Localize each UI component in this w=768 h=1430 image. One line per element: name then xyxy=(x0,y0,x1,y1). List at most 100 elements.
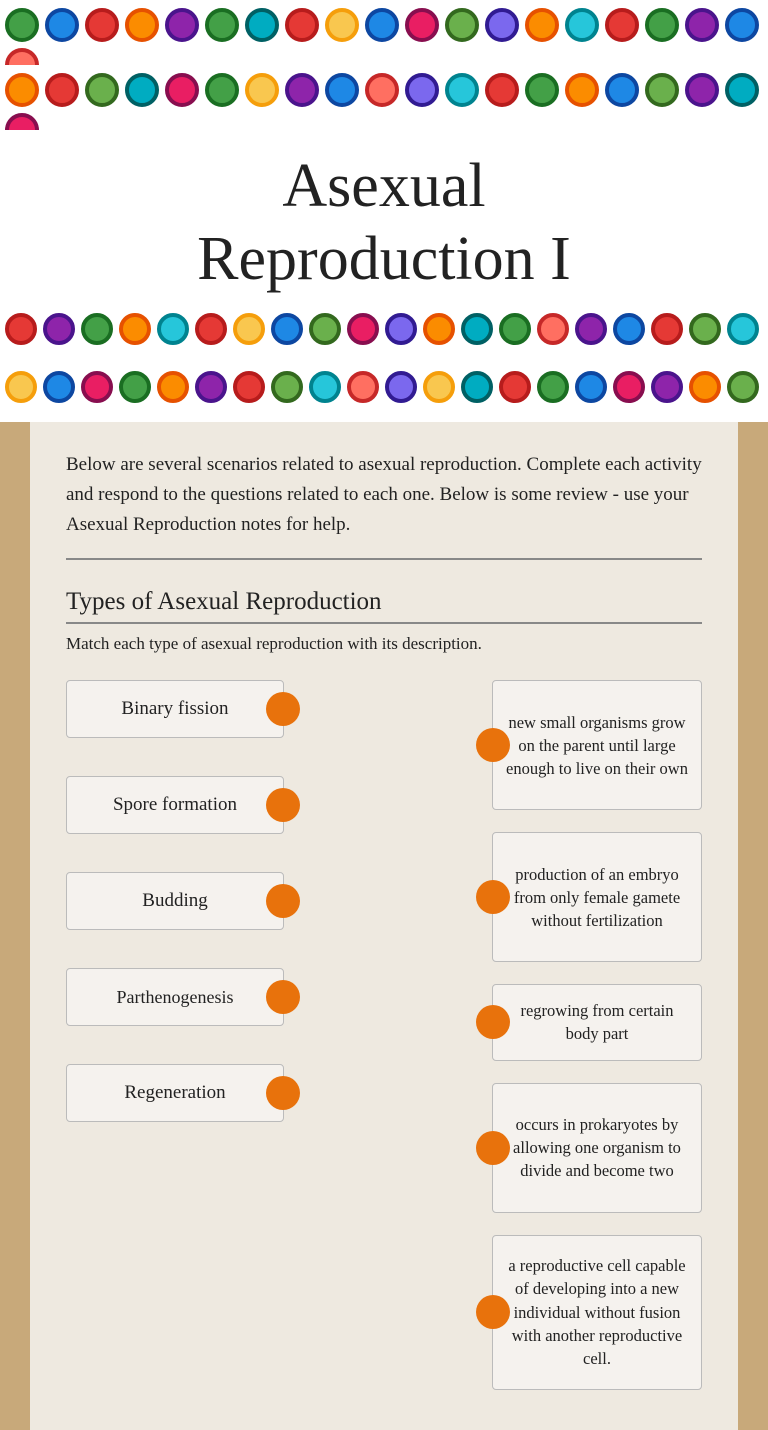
dot-dec xyxy=(45,73,79,107)
dot-dec xyxy=(645,73,679,107)
dot-dec xyxy=(245,8,279,42)
dot-dec xyxy=(445,73,479,107)
dot-dec xyxy=(405,8,439,42)
parthenogenesis-right-dot xyxy=(266,980,300,1014)
spore-formation-right-dot xyxy=(266,788,300,822)
dot-dec xyxy=(43,313,75,345)
dot-dec xyxy=(5,113,39,130)
dot-dec xyxy=(5,8,39,42)
dot-dec xyxy=(119,313,151,345)
desc-binary-fission-left-dot xyxy=(476,1131,510,1165)
dot-dec xyxy=(125,8,159,42)
dot-dec xyxy=(325,8,359,42)
desc-binary-fission[interactable]: occurs in prokaryotes by allowing one or… xyxy=(492,1083,702,1213)
term-parthenogenesis[interactable]: Parthenogenesis xyxy=(66,968,284,1026)
dot-dec xyxy=(5,371,37,403)
term-binary-fission[interactable]: Binary fission xyxy=(66,680,284,738)
dot-dec xyxy=(271,313,303,345)
dot-dec xyxy=(423,313,455,345)
dot-dec xyxy=(405,73,439,107)
dot-dec xyxy=(645,8,679,42)
dot-dec xyxy=(5,313,37,345)
dot-dec xyxy=(325,73,359,107)
dot-dec xyxy=(205,73,239,107)
dot-dec xyxy=(525,8,559,42)
dot-dec xyxy=(233,371,265,403)
desc-parthenogenesis[interactable]: production of an embryo from only female… xyxy=(492,832,702,962)
term-regeneration[interactable]: Regeneration xyxy=(66,1064,284,1122)
dot-dec xyxy=(119,371,151,403)
dot-dec xyxy=(445,8,479,42)
dot-dec xyxy=(605,8,639,42)
dot-dec xyxy=(537,371,569,403)
term-spore-formation[interactable]: Spore formation xyxy=(66,776,284,834)
dot-dec xyxy=(685,8,719,42)
dot-dec xyxy=(205,8,239,42)
dot-dec xyxy=(309,371,341,403)
dot-dec xyxy=(285,8,319,42)
dot-dec xyxy=(461,371,493,403)
dot-dec xyxy=(45,8,79,42)
dot-dec xyxy=(725,8,759,42)
dot-dec xyxy=(365,8,399,42)
desc-budding[interactable]: new small organisms grow on the parent u… xyxy=(492,680,702,810)
dot-dec xyxy=(499,313,531,345)
dot-dec xyxy=(85,73,119,107)
dot-dec xyxy=(385,371,417,403)
dot-dec xyxy=(233,313,265,345)
term-budding[interactable]: Budding xyxy=(66,872,284,930)
dot-dec xyxy=(81,371,113,403)
budding-right-dot xyxy=(266,884,300,918)
dot-dec xyxy=(689,371,721,403)
page-title: Asexual Reproduction I xyxy=(10,150,758,296)
desc-regeneration[interactable]: regrowing from certain body part xyxy=(492,984,702,1060)
dot-dec xyxy=(81,313,113,345)
descriptions-column: new small organisms grow on the parent u… xyxy=(492,680,702,1389)
match-instruction: Match each type of asexual reproduction … xyxy=(66,634,702,654)
section-title: Types of Asexual Reproduction xyxy=(66,588,702,624)
matching-activity: Binary fission Spore formation Budding P… xyxy=(66,680,702,1389)
intro-paragraph: Below are several scenarios related to a… xyxy=(66,450,702,560)
dot-dec xyxy=(157,313,189,345)
dot-dec xyxy=(365,73,399,107)
dot-dec xyxy=(537,313,569,345)
dot-dec xyxy=(195,371,227,403)
dot-dec xyxy=(575,371,607,403)
dot-dec xyxy=(347,313,379,345)
dot-dec xyxy=(725,73,759,107)
dot-dec xyxy=(613,313,645,345)
dot-dec xyxy=(575,313,607,345)
dot-dec xyxy=(461,313,493,345)
dot-dec xyxy=(565,8,599,42)
binary-fission-right-dot xyxy=(266,692,300,726)
dot-dec xyxy=(651,313,683,345)
dot-dec xyxy=(165,8,199,42)
dot-dec xyxy=(347,371,379,403)
dot-dec xyxy=(195,313,227,345)
dot-dec xyxy=(565,73,599,107)
dot-dec xyxy=(245,73,279,107)
dot-dec xyxy=(689,313,721,345)
dot-dec xyxy=(85,8,119,42)
dot-dec xyxy=(125,73,159,107)
dot-dec xyxy=(5,73,39,107)
dot-dec xyxy=(727,371,759,403)
dot-dec xyxy=(651,371,683,403)
dot-dec xyxy=(165,73,199,107)
desc-spore-left-dot xyxy=(476,1295,510,1329)
desc-parthenogenesis-left-dot xyxy=(476,880,510,914)
dot-dec xyxy=(423,371,455,403)
dot-dec xyxy=(43,371,75,403)
dot-dec xyxy=(157,371,189,403)
dot-dec xyxy=(285,73,319,107)
dot-dec xyxy=(385,313,417,345)
regeneration-right-dot xyxy=(266,1076,300,1110)
dot-dec xyxy=(613,371,645,403)
dot-dec xyxy=(309,313,341,345)
dot-dec xyxy=(685,73,719,107)
dot-dec xyxy=(499,371,531,403)
dot-dec xyxy=(727,313,759,345)
desc-spore[interactable]: a reproductive cell capable of developin… xyxy=(492,1235,702,1390)
desc-budding-left-dot xyxy=(476,728,510,762)
dot-dec xyxy=(485,73,519,107)
